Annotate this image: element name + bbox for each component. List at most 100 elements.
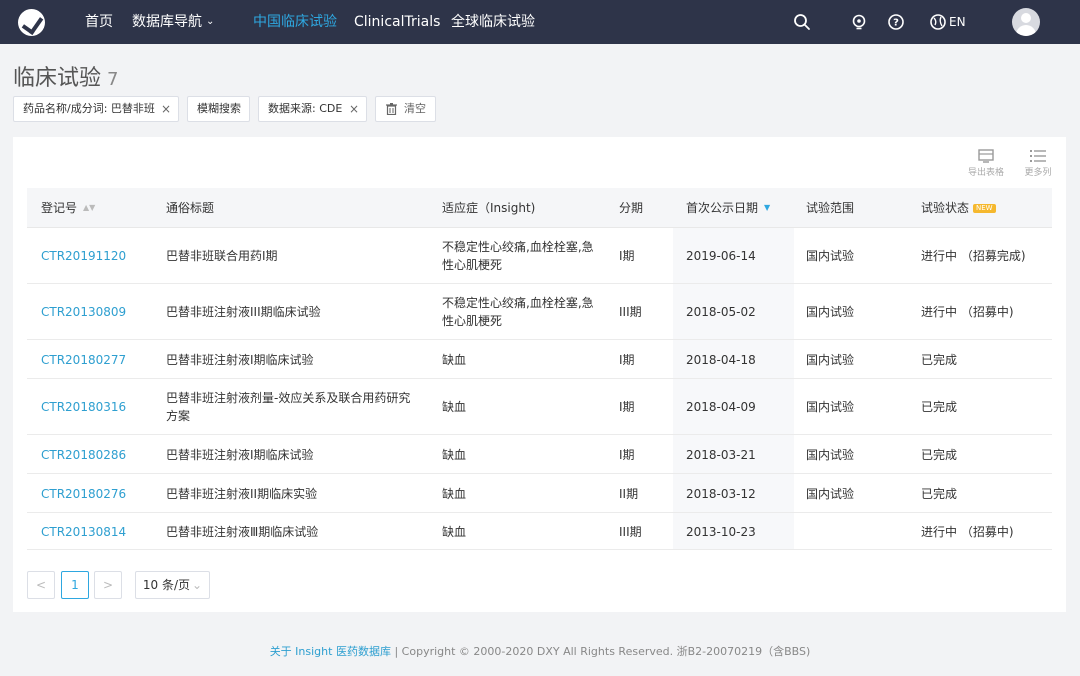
sort-desc-icon[interactable]: ▼ [764,188,770,228]
svg-text:?: ? [893,18,899,29]
cell-scope: 国内试验 [806,447,855,462]
cell-status: 已完成 [921,400,958,414]
cell-title: 巴替非班注射液剂量-效应关系及联合用药研究方案 [166,391,411,423]
table-header: 登记号 ▲▼ 通俗标题 适应症（Insight) 分期 首次公示日期 ▼ 试验范围 … [27,188,1052,228]
cell-phase: III期 [619,305,642,319]
trash-icon [386,103,397,115]
footer: 关于 Insight 医药数据库 | Copyright © 2000-2020… [0,643,1080,659]
export-icon [978,149,994,163]
cell-indication: 不稳定性心绞痛,血栓栓塞,急性心肌梗死 [442,296,594,328]
export-table-button[interactable]: 导出表格 [964,149,1008,178]
cell-phase: I期 [619,447,635,462]
more-columns-button[interactable]: 更多列 [1016,149,1060,178]
cell-status: 已完成 [921,486,958,501]
reg-no-link[interactable]: CTR20180286 [41,435,126,474]
close-icon[interactable]: × [161,97,171,121]
nav-database-menu[interactable]: 数据库导航 ⌄ [132,0,214,44]
next-page-button[interactable]: > [94,571,122,599]
globe-icon[interactable] [929,13,947,31]
filter-chip-source: 数据来源: CDE × [258,96,367,122]
reg-no-link[interactable]: CTR20130809 [41,284,126,340]
nav-database-label: 数据库导航 [132,14,202,30]
export-table-label: 导出表格 [967,168,1004,178]
cell-indication: 缺血 [442,486,467,501]
header-status-label: 试验状态 [921,201,970,215]
cell-status: 已完成 [921,352,958,367]
page-size-select[interactable]: 10 条/页 ⌄ [135,571,210,599]
cell-scope: 国内试验 [806,249,855,263]
fuzzy-search-label: 模糊搜索 [197,102,241,115]
page-title-text: 临床试验 [13,66,102,91]
avatar-head [1021,13,1031,23]
language-switch[interactable]: EN [949,0,966,44]
header-reg-no-label: 登记号 [41,201,78,215]
reg-no-link[interactable]: CTR20180277 [41,340,126,379]
footer-separator: | [394,645,399,658]
about-link[interactable]: 关于 Insight 医药数据库 [270,645,391,658]
fuzzy-search-chip[interactable]: 模糊搜索 [187,96,250,122]
help-icon[interactable]: ? [887,13,905,31]
results-panel: 导出表格 更多列 登记号 ▲▼ 通俗标题 适应症（Insight) 分期 首次公示… [13,137,1066,612]
header-title: 通俗标题 [166,201,215,215]
cell-status: 已完成 [921,447,958,462]
top-navbar: 首页 数据库导航 ⌄ 中国临床试验 ClinicalTrials 全球临床试验 ?… [0,0,1080,44]
clear-filters-button[interactable]: 清空 [375,96,436,122]
logo[interactable] [18,9,45,36]
prev-page-button[interactable]: < [27,571,55,599]
cell-indication: 缺血 [442,447,467,462]
filter-chip-source-label: 数据来源: CDE [268,102,343,115]
cell-date: 2018-04-09 [686,400,756,414]
cell-title: 巴替非班注射液Ⅲ期临床试验 [166,524,319,539]
cell-date: 2018-04-18 [686,352,756,367]
cell-phase: I期 [619,400,635,414]
close-icon[interactable]: × [349,97,359,121]
result-count: 7 [107,69,119,90]
cell-scope: 国内试验 [806,305,855,319]
sort-icon[interactable]: ▲▼ [83,188,95,228]
cell-indication: 缺血 [442,352,467,367]
nav-global-trials[interactable]: 全球临床试验 [451,0,535,44]
cell-title: 巴替非班注射液I期临床试验 [166,352,314,367]
cell-title: 巴替非班注射液II期临床实验 [166,486,318,501]
search-icon[interactable] [793,13,811,31]
cell-scope: 国内试验 [806,486,855,501]
cell-phase: II期 [619,486,639,501]
nav-cn-trials[interactable]: 中国临床试验 [253,0,337,44]
header-first-date[interactable]: 首次公示日期 ▼ [686,188,770,228]
avatar[interactable] [1012,8,1040,36]
header-status: 试验状态 NEW [921,188,996,228]
filter-chip-drug: 药品名称/成分词: 巴替非班 × [13,96,179,122]
reg-no-link[interactable]: CTR20180316 [41,379,126,435]
chevron-down-icon: ⌄ [206,16,215,27]
header-scope: 试验范围 [806,201,855,215]
table-row: CTR20180286 巴替非班注射液I期临床试验 缺血 I期 2018-03-… [27,435,1052,474]
cell-status: 进行中 （招募完成) [921,249,1026,263]
cell-date: 2013-10-23 [686,524,756,539]
table-row: CTR20191120 巴替非班联合用药I期 不稳定性心绞痛,血栓栓塞,急性心肌… [27,228,1052,284]
cell-title: 巴替非班注射液III期临床试验 [166,305,321,319]
table-row: CTR20180316 巴替非班注射液剂量-效应关系及联合用药研究方案 缺血 I… [27,379,1052,435]
cell-status: 进行中 （招募中) [921,524,1014,539]
header-reg-no[interactable]: 登记号 ▲▼ [41,188,95,228]
reg-no-link[interactable]: CTR20180276 [41,474,126,513]
cell-date: 2018-03-21 [686,447,756,462]
cell-indication: 不稳定性心绞痛,血栓栓塞,急性心肌梗死 [442,240,594,272]
nav-clinicaltrials[interactable]: ClinicalTrials [354,0,440,44]
header-first-date-label: 首次公示日期 [686,201,759,215]
page-1-button[interactable]: 1 [61,571,89,599]
cell-scope: 国内试验 [806,352,855,367]
header-phase: 分期 [619,201,644,215]
reg-no-link[interactable]: CTR20191120 [41,228,126,284]
page-title: 临床试验 7 [13,60,118,92]
nav-home[interactable]: 首页 [85,0,113,44]
cell-date: 2019-06-14 [686,249,756,263]
cell-status: 进行中 （招募中) [921,305,1014,319]
cell-title: 巴替非班联合用药I期 [166,249,278,263]
avatar-body [1016,25,1036,36]
lightbulb-icon[interactable] [850,13,868,31]
cell-date: 2018-05-02 [686,305,756,319]
clear-filters-label: 清空 [404,102,426,115]
table-row: CTR20180276 巴替非班注射液II期临床实验 缺血 II期 2018-0… [27,474,1052,513]
cell-scope: 国内试验 [806,400,855,414]
reg-no-link[interactable]: CTR20130814 [41,513,126,550]
